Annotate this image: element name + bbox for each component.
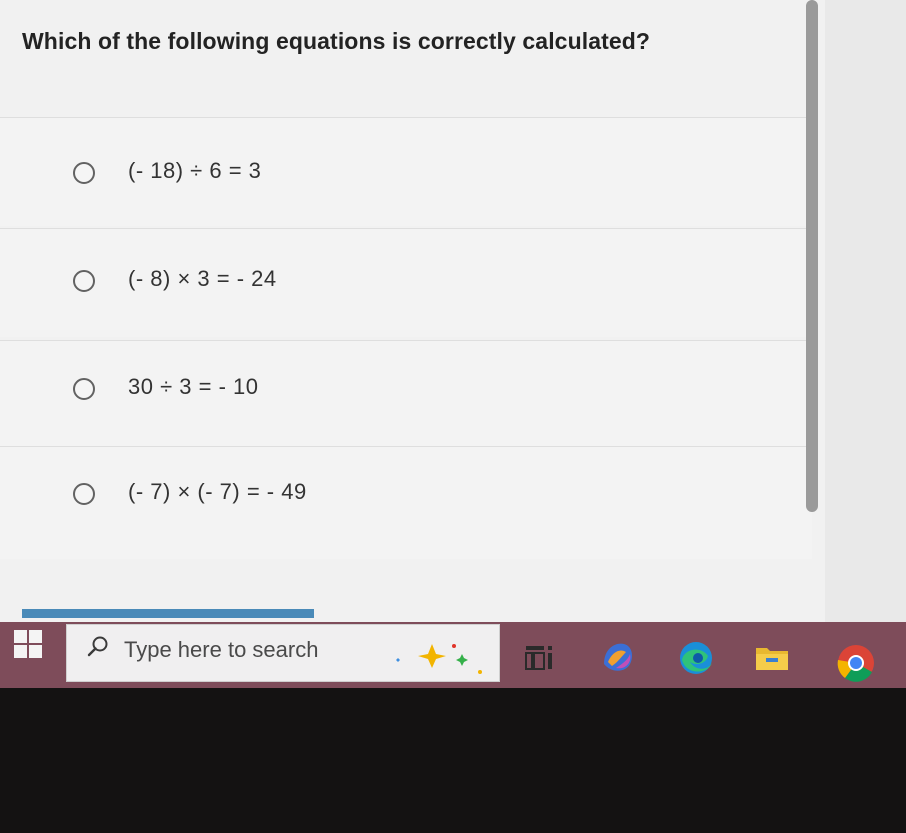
answer-option-label: (- 8) × 3 = - 24 [128, 266, 277, 291]
answer-option-2[interactable]: (- 8) × 3 = - 24 [0, 228, 812, 337]
progress-bar [22, 609, 314, 618]
radio-button-option-3[interactable] [73, 378, 95, 400]
answer-option-1[interactable]: (- 18) ÷ 6 = 3 [0, 117, 812, 226]
radio-button-option-2[interactable] [73, 270, 95, 292]
monitor-bezel [0, 688, 906, 833]
chrome-icon[interactable] [835, 642, 877, 684]
question-panel: Which of the following equations is corr… [0, 0, 825, 625]
answer-option-4[interactable]: (- 7) × (- 7) = - 49 [0, 446, 812, 559]
copilot-app-icon[interactable] [598, 638, 638, 678]
radio-button-option-4[interactable] [73, 483, 95, 505]
edge-icon[interactable] [676, 638, 716, 678]
file-explorer-icon[interactable] [752, 638, 792, 678]
scrollbar-thumb[interactable] [806, 0, 818, 512]
answer-option-label: (- 7) × (- 7) = - 49 [128, 479, 307, 504]
windows-start-icon[interactable] [14, 630, 42, 658]
answer-option-label: (- 18) ÷ 6 = 3 [128, 158, 262, 183]
search-placeholder[interactable]: Type here to search [124, 637, 318, 663]
quiz-screen: Which of the following equations is corr… [0, 0, 906, 690]
search-icon [87, 636, 108, 657]
radio-button-option-1[interactable] [73, 162, 95, 184]
sparkle-icon[interactable] [388, 628, 498, 678]
answer-option-label: 30 ÷ 3 = - 10 [128, 374, 259, 399]
task-view-icon[interactable] [520, 638, 560, 678]
question-text: Which of the following equations is corr… [22, 28, 651, 54]
answer-option-3[interactable]: 30 ÷ 3 = - 10 [0, 340, 812, 449]
